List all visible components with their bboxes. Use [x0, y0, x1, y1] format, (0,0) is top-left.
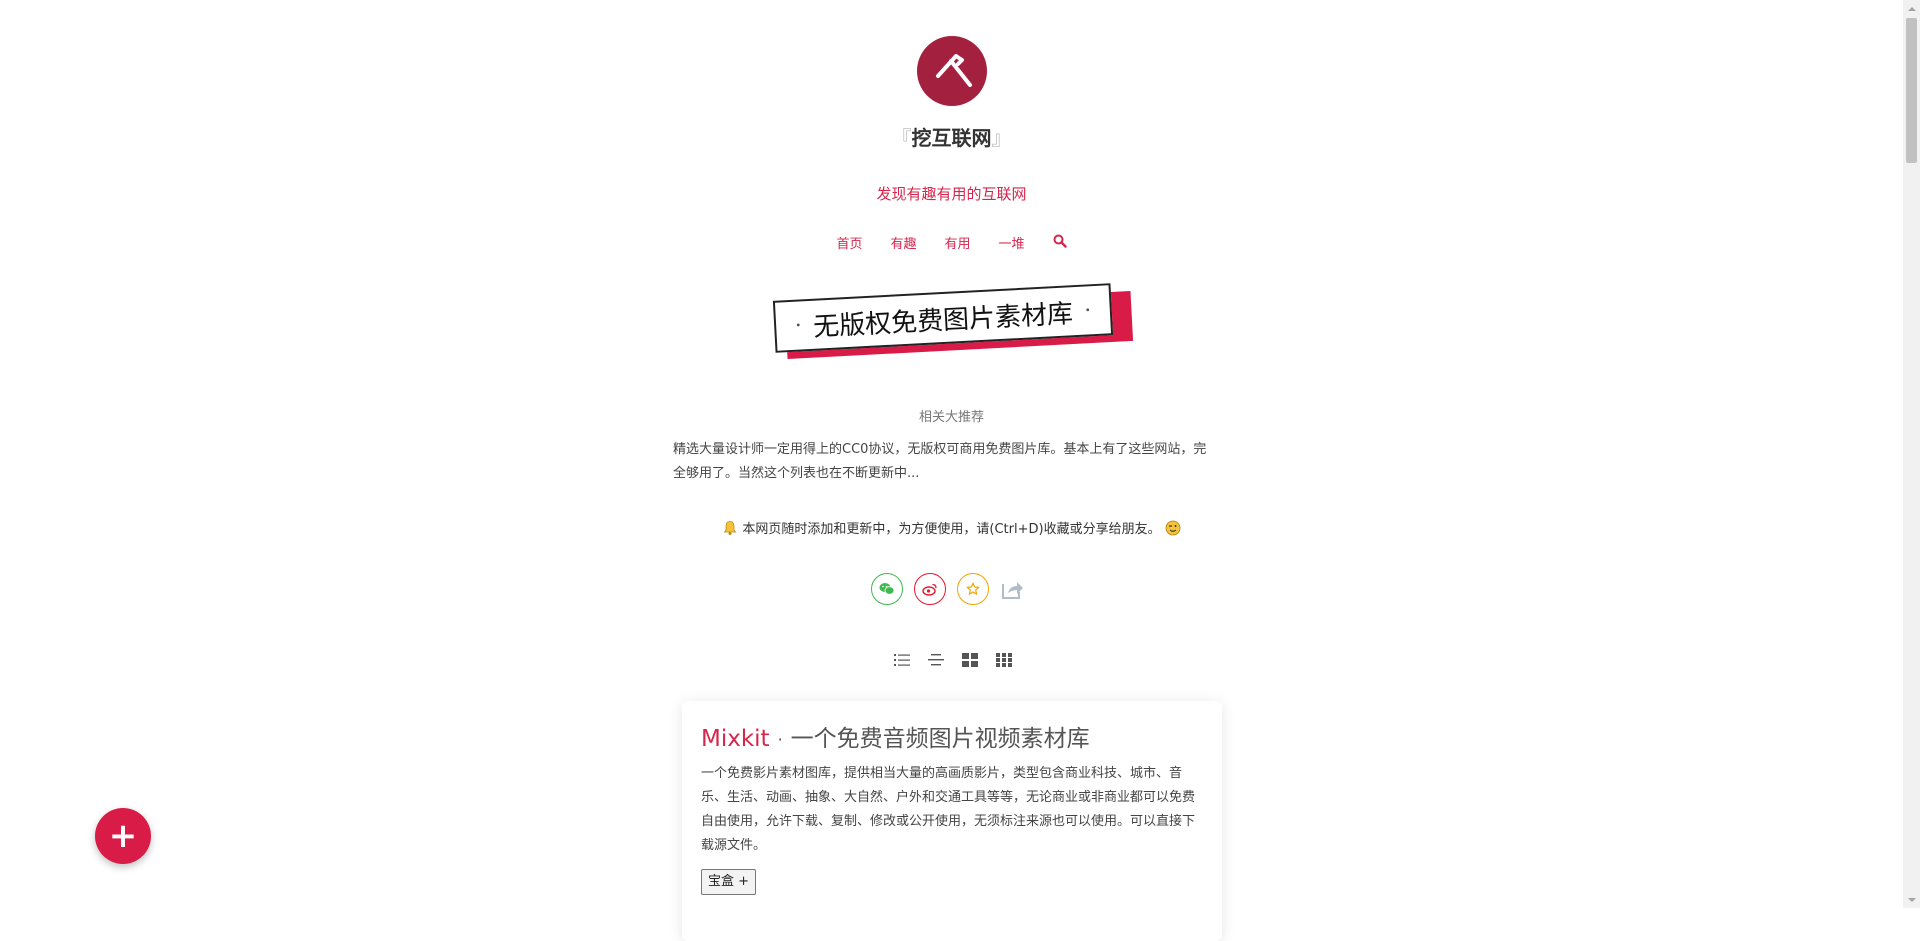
intro-paragraph: 精选大量设计师一定用得上的CC0协议，无版权可商用免费图片库。基本上有了这些网站…	[673, 442, 1207, 481]
share-forward-icon	[1002, 582, 1023, 599]
section-subhead: 相关大推荐	[918, 410, 984, 425]
site-name-text: 挖互联网	[911, 126, 992, 150]
banner-dot-left: •	[794, 319, 802, 332]
notice-text: 本网页随时添加和更新中，为方便使用，请(Ctrl+D)收藏或分享给朋友。	[742, 522, 1161, 537]
page: 『挖互联网』 发现有趣有用的互联网 首页 有趣 有用 一堆 • 无版权免费图片素…	[0, 0, 1903, 941]
card-title-separator: ·	[777, 730, 783, 749]
wechat-icon	[879, 583, 895, 595]
bookmark-notice: 本网页随时添加和更新中，为方便使用，请(Ctrl+D)收藏或分享给朋友。	[0, 518, 1903, 537]
wechat-share-button[interactable]	[871, 573, 903, 605]
card-name[interactable]: Mixkit	[701, 726, 770, 752]
card-title[interactable]: Mixkit · 一个免费音频图片视频素材库	[701, 719, 1090, 753]
site-logo[interactable]	[917, 36, 987, 106]
grid-large-view-icon[interactable]	[960, 650, 980, 670]
nav-item-home[interactable]: 首页	[836, 233, 862, 252]
favorite-button[interactable]	[957, 573, 989, 605]
page-title: 无版权免费图片素材库	[812, 298, 1074, 343]
bracket-close: 』	[991, 126, 1012, 150]
card-description: 一个免费影片素材图库，提供相当大量的高画质影片，类型包含商业科技、城市、音乐、生…	[701, 766, 1196, 853]
wink-emoji-icon	[1165, 520, 1180, 535]
scroll-down-arrow-icon[interactable]	[1903, 891, 1920, 908]
weibo-share-button[interactable]	[914, 573, 946, 605]
share-buttons	[871, 573, 1026, 605]
site-name[interactable]: 『挖互联网』	[0, 122, 1903, 151]
nav-item-pile[interactable]: 一堆	[999, 233, 1025, 252]
search-icon[interactable]	[1053, 234, 1067, 252]
share-forward-button[interactable]	[1000, 573, 1026, 605]
site-tagline: 发现有趣有用的互联网	[876, 185, 1027, 203]
nav-item-fun[interactable]: 有趣	[890, 233, 916, 252]
main-nav: 首页 有趣 有用 一堆	[0, 233, 1903, 252]
view-mode-switcher	[892, 650, 1014, 670]
nav-item-useful[interactable]: 有用	[945, 233, 971, 252]
star-icon	[966, 582, 980, 595]
center-list-view-icon[interactable]	[926, 650, 946, 670]
bell-icon	[724, 520, 737, 535]
scrollbar-thumb[interactable]	[1906, 18, 1917, 163]
card-subtitle: 一个免费音频图片视频素材库	[790, 726, 1090, 752]
scrollbar[interactable]	[1903, 0, 1920, 908]
hammer-logo-icon	[936, 54, 972, 87]
banner-dot-right: •	[1084, 304, 1091, 317]
scroll-up-arrow-icon[interactable]	[1903, 0, 1920, 17]
add-fab-button[interactable]: +	[95, 808, 151, 864]
treasure-box-button[interactable]: 宝盒 +	[701, 869, 757, 895]
list-view-icon[interactable]	[892, 650, 912, 670]
bracket-open: 『	[891, 126, 912, 150]
grid-small-view-icon[interactable]	[994, 650, 1014, 670]
weibo-icon	[922, 583, 937, 596]
page-title-banner: • 无版权免费图片素材库 •	[772, 283, 1136, 360]
resource-card: Mixkit · 一个免费音频图片视频素材库 一个免费影片素材图库，提供相当大量的高…	[682, 701, 1222, 941]
